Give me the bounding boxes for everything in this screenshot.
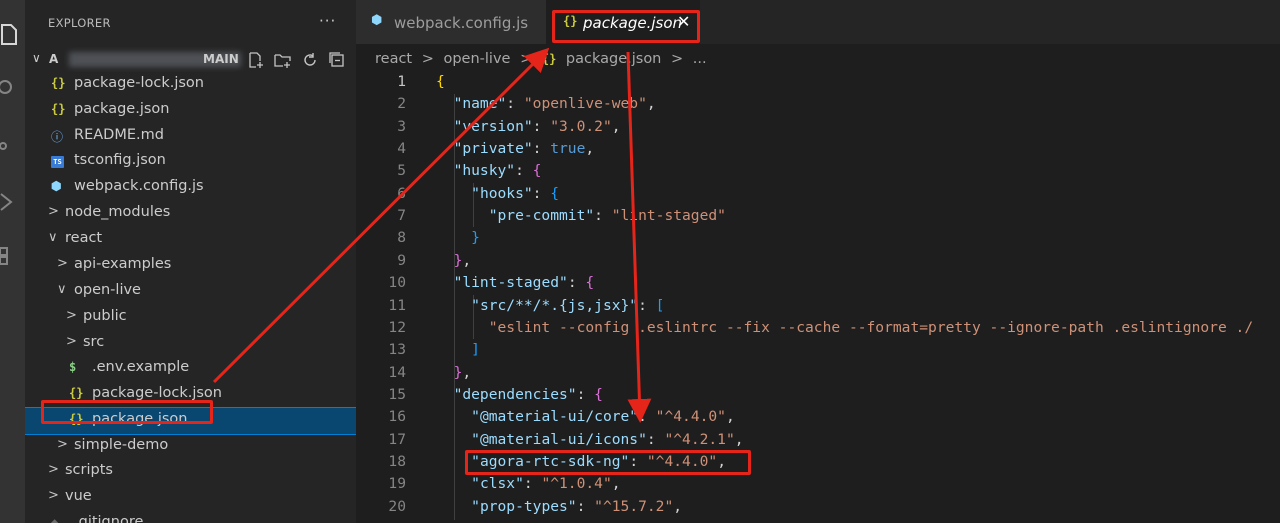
annotation-arrow-to-tab	[212, 47, 550, 384]
annotation-arrow-to-dependency	[626, 51, 652, 423]
annotation-arrows	[212, 47, 652, 423]
